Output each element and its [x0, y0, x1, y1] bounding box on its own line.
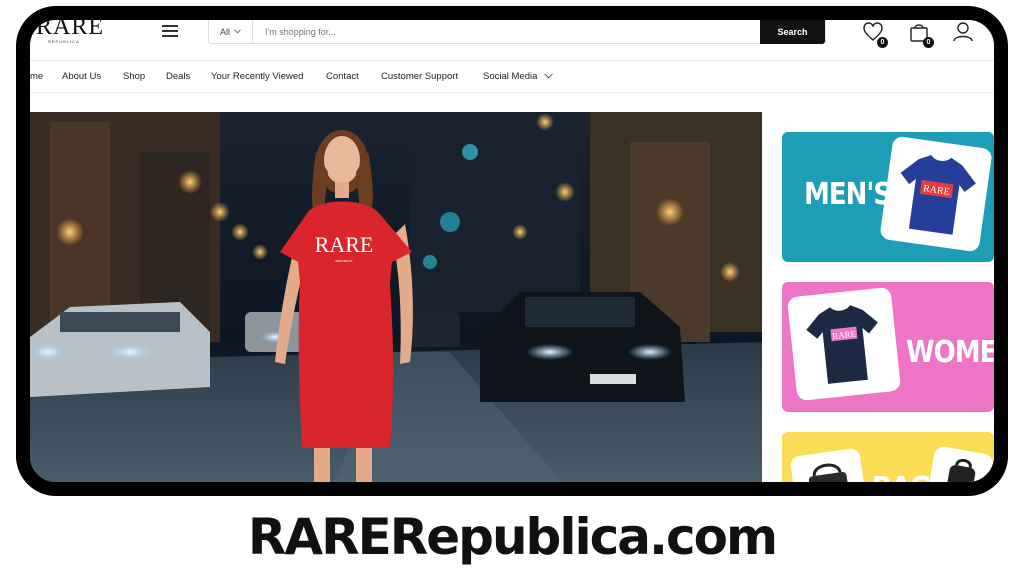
bags-product-card-2: [925, 445, 994, 482]
site-logo-subtitle: REPUBLICA: [48, 39, 80, 44]
category-tile-womens[interactable]: RARE WOMEN': [782, 282, 994, 412]
hero-shirt-logo: RARE: [315, 232, 374, 257]
category-label-mens: MEN'S: [804, 177, 892, 213]
handbag-icon: [808, 463, 851, 482]
nav-item-about-us[interactable]: About Us: [62, 71, 101, 82]
main-nav: me About Us Shop Deals Your Recently Vie…: [30, 61, 994, 91]
category-tile-mens[interactable]: MEN'S RARE: [782, 132, 994, 262]
site-domain-caption: RARERepublica.com: [247, 508, 778, 566]
nav-item-social-media-label: Social Media: [483, 71, 538, 82]
search-category-select[interactable]: All: [209, 20, 253, 43]
search-category-value: All: [219, 26, 230, 37]
nav-item-shop[interactable]: Shop: [123, 71, 145, 82]
user-icon: [953, 22, 973, 42]
site-header: RARE REPUBLICA All Search 0: [30, 20, 994, 60]
cart-button[interactable]: 0: [908, 22, 934, 48]
hero-banner[interactable]: RARE REPUBLICA: [30, 112, 762, 482]
chevron-down-icon: [234, 29, 241, 34]
menu-icon[interactable]: [162, 25, 180, 39]
search-input[interactable]: [253, 20, 825, 43]
backpack-icon: [945, 458, 976, 482]
nav-item-deals[interactable]: Deals: [166, 71, 190, 82]
search-button[interactable]: Search: [760, 20, 825, 44]
wishlist-button[interactable]: 0: [862, 22, 888, 48]
nav-item-customer-support[interactable]: Customer Support: [381, 71, 458, 82]
nav-item-contact[interactable]: Contact: [326, 71, 359, 82]
tshirt-icon: RARE: [806, 305, 878, 384]
bags-product-card: [789, 447, 869, 482]
cart-count-badge: 0: [923, 37, 934, 48]
account-button[interactable]: [952, 22, 976, 44]
mens-product-card: RARE: [879, 135, 993, 253]
hero-shirt-sub: REPUBLICA: [335, 259, 352, 263]
chevron-down-icon: [544, 73, 553, 79]
wishlist-count-badge: 0: [877, 37, 888, 48]
womens-product-card: RARE: [786, 286, 902, 402]
nav-item-social-media[interactable]: Social Media: [483, 71, 553, 82]
category-tile-bags[interactable]: BAGS: [782, 432, 994, 482]
browser-screen: RARE REPUBLICA All Search 0: [30, 20, 994, 482]
device-frame: RARE REPUBLICA All Search 0: [16, 6, 1008, 496]
nav-item-recently-viewed[interactable]: Your Recently Viewed: [211, 71, 303, 82]
site-logo[interactable]: RARE: [36, 20, 104, 41]
tshirt-icon: RARE: [900, 154, 976, 235]
category-label-womens: WOMEN': [906, 335, 994, 371]
search-bar: All: [208, 20, 826, 44]
nav-item-home[interactable]: me: [30, 71, 43, 82]
hero-image: RARE REPUBLICA: [30, 112, 762, 482]
nav-divider: [30, 92, 994, 93]
